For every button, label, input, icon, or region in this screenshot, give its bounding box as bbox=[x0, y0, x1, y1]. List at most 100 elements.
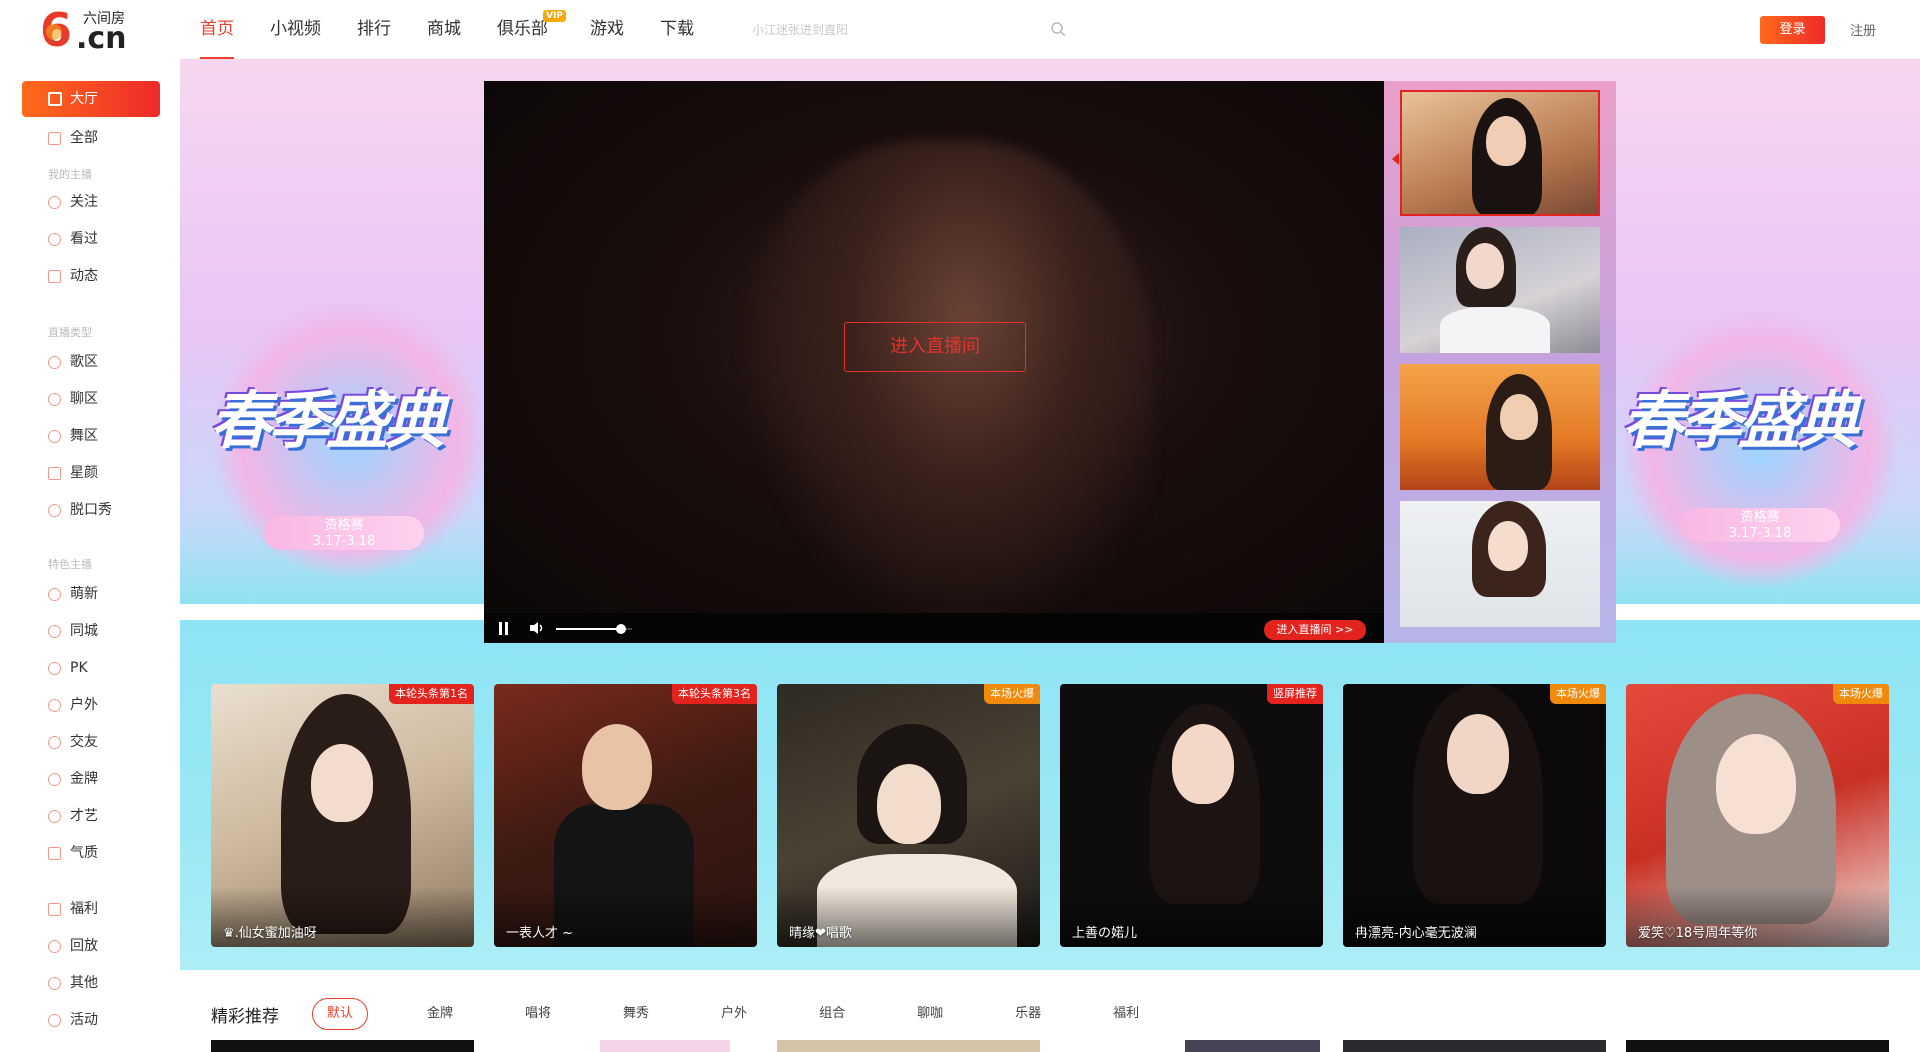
mic-icon bbox=[48, 504, 61, 517]
sidebar-item-newbie[interactable]: 萌新 bbox=[48, 583, 98, 605]
gift-icon bbox=[48, 903, 61, 916]
tab-chat[interactable]: 聊咖 bbox=[898, 998, 962, 1030]
sidebar-item-pk[interactable]: PK bbox=[48, 657, 88, 679]
pause-icon[interactable] bbox=[498, 622, 510, 635]
chat-icon bbox=[48, 393, 61, 406]
next-row-card-peek bbox=[1185, 1040, 1320, 1052]
recommend-title: 精彩推荐 bbox=[211, 1007, 279, 1027]
nav-download[interactable]: 下载 bbox=[660, 0, 694, 59]
sidebar-item-talent[interactable]: 才艺 bbox=[48, 805, 98, 827]
live-thumb[interactable] bbox=[1400, 364, 1600, 490]
sidebar-item-local-label: 同城 bbox=[70, 623, 98, 639]
clock-icon bbox=[48, 233, 61, 246]
sidebar-item-hall-label: 大厅 bbox=[70, 91, 98, 107]
tab-outdoor[interactable]: 户外 bbox=[702, 998, 766, 1030]
nav-short-video[interactable]: 小视频 bbox=[270, 0, 321, 59]
anchor-card[interactable]: 本轮头条第1名 ♛.仙女蜜加油呀 bbox=[211, 684, 474, 947]
tab-gold[interactable]: 金牌 bbox=[408, 998, 472, 1030]
volume-icon[interactable] bbox=[529, 621, 545, 635]
nav-club[interactable]: 俱乐部 VIP bbox=[497, 0, 566, 59]
enter-room-button[interactable]: 进入直播间 bbox=[844, 322, 1026, 372]
sidebar-item-beauty[interactable]: 星颜 bbox=[48, 462, 98, 484]
volume-knob[interactable] bbox=[615, 624, 626, 634]
next-row-card-peek bbox=[1343, 1040, 1606, 1052]
active-thumb-arrow bbox=[1392, 153, 1399, 165]
sidebar-item-other-label: 其他 bbox=[70, 975, 98, 991]
sidebar-item-dance[interactable]: 舞区 bbox=[48, 425, 98, 447]
card-anchor-name: 晴缘❤唱歌 bbox=[789, 926, 852, 941]
tab-group[interactable]: 组合 bbox=[800, 998, 864, 1030]
live-thumb[interactable] bbox=[1400, 90, 1600, 216]
sidebar-item-feed[interactable]: 动态 bbox=[48, 265, 98, 287]
nav-games[interactable]: 游戏 bbox=[590, 0, 624, 59]
event-pill-right[interactable]: 资格赛 3.17-3.18 bbox=[1680, 508, 1840, 542]
nav-short-video-label: 小视频 bbox=[270, 19, 321, 39]
sidebar-item-dating[interactable]: 交友 bbox=[48, 731, 98, 753]
event-pill-left-line2: 3.17-3.18 bbox=[312, 534, 376, 549]
lightning-icon bbox=[48, 662, 61, 675]
enter-room-small-button[interactable]: 进入直播间 >> bbox=[1264, 620, 1366, 640]
heart-icon bbox=[48, 196, 61, 209]
sidebar-item-events-label: 活动 bbox=[70, 1012, 98, 1028]
site-logo[interactable]: 6 六间房 .cn bbox=[40, 7, 130, 56]
live-thumb[interactable] bbox=[1400, 501, 1600, 627]
anchor-card[interactable]: 本场火爆 冉漂亮-内心毫无波澜 bbox=[1343, 684, 1606, 947]
sidebar-item-feed-label: 动态 bbox=[70, 268, 98, 284]
card-face bbox=[1447, 714, 1509, 794]
tab-welfare[interactable]: 福利 bbox=[1094, 998, 1158, 1030]
anchor-card[interactable]: 本场火爆 爱笑♡18号周年等你 bbox=[1626, 684, 1889, 947]
sidebar-item-all[interactable]: 全部 bbox=[48, 127, 98, 149]
sidebar-item-other[interactable]: 其他 bbox=[48, 972, 98, 994]
location-icon bbox=[48, 625, 61, 638]
sidebar-item-song[interactable]: 歌区 bbox=[48, 351, 98, 373]
register-link[interactable]: 注册 bbox=[1850, 20, 1876, 39]
sidebar-item-dating-label: 交友 bbox=[70, 734, 98, 750]
live-video-player[interactable]: 进入直播间 进入直播间 >> bbox=[484, 81, 1384, 643]
search-input[interactable] bbox=[752, 16, 1032, 44]
card-face bbox=[1172, 724, 1234, 804]
event-title-right: 春季盛典 bbox=[1622, 384, 1858, 457]
sidebar-item-outdoor-label: 户外 bbox=[70, 697, 98, 713]
live-thumb[interactable] bbox=[1400, 227, 1600, 353]
sidebar-item-hall[interactable]: 大厅 bbox=[22, 81, 160, 117]
sidebar-item-welfare[interactable]: 福利 bbox=[48, 898, 98, 920]
card-anchor-name: 爱笑♡18号周年等你 bbox=[1638, 926, 1758, 941]
sidebar-item-history[interactable]: 看过 bbox=[48, 228, 98, 250]
nav-ranking[interactable]: 排行 bbox=[357, 0, 391, 59]
people-icon bbox=[48, 736, 61, 749]
event-title-left: 春季盛典 bbox=[210, 384, 446, 457]
tab-instrument[interactable]: 乐器 bbox=[996, 998, 1060, 1030]
thumb-face bbox=[1488, 521, 1528, 571]
card-face bbox=[1716, 734, 1796, 834]
sidebar-item-talkshow[interactable]: 脱口秀 bbox=[48, 499, 112, 521]
search-icon[interactable] bbox=[1050, 21, 1066, 37]
nav-mall[interactable]: 商城 bbox=[427, 0, 461, 59]
sidebar-item-local[interactable]: 同城 bbox=[48, 620, 98, 642]
login-button[interactable]: 登录 bbox=[1760, 16, 1825, 44]
event-pill-right-line1: 资格赛 bbox=[1740, 510, 1780, 525]
tab-default[interactable]: 默认 bbox=[312, 998, 369, 1030]
sidebar-item-follow[interactable]: 关注 bbox=[48, 191, 98, 213]
vip-badge: VIP bbox=[543, 10, 566, 22]
tab-singer[interactable]: 唱将 bbox=[506, 998, 570, 1030]
logo-domain: .cn bbox=[76, 21, 127, 56]
sidebar-item-replay[interactable]: 回放 bbox=[48, 935, 98, 957]
volume-slider[interactable] bbox=[556, 624, 632, 634]
sidebar-item-temperament[interactable]: 气质 bbox=[48, 842, 98, 864]
anchor-card[interactable]: 本场火爆 晴缘❤唱歌 bbox=[777, 684, 1040, 947]
main-nav: 首页 小视频 排行 商城 俱乐部 VIP 游戏 下载 bbox=[200, 0, 730, 59]
sidebar-item-events[interactable]: 活动 bbox=[48, 1009, 98, 1031]
anchor-card[interactable]: 竖屏推荐 上善の婼儿 bbox=[1060, 684, 1323, 947]
sidebar-item-gold[interactable]: 金牌 bbox=[48, 768, 98, 790]
anchor-card[interactable]: 本轮头条第3名 一表人才 ~ bbox=[494, 684, 757, 947]
card-tag: 本场火爆 bbox=[1833, 684, 1889, 704]
sidebar-item-chat[interactable]: 聊区 bbox=[48, 388, 98, 410]
replay-icon bbox=[48, 940, 61, 953]
sidebar-item-outdoor[interactable]: 户外 bbox=[48, 694, 98, 716]
card-face bbox=[311, 744, 373, 822]
next-row-card-peek bbox=[1626, 1040, 1889, 1052]
tab-dance[interactable]: 舞秀 bbox=[604, 998, 668, 1030]
nav-home[interactable]: 首页 bbox=[200, 0, 234, 59]
event-pill-left[interactable]: 资格赛 3.17-3.18 bbox=[264, 516, 424, 550]
event-pill-right-line2: 3.17-3.18 bbox=[1728, 526, 1792, 541]
